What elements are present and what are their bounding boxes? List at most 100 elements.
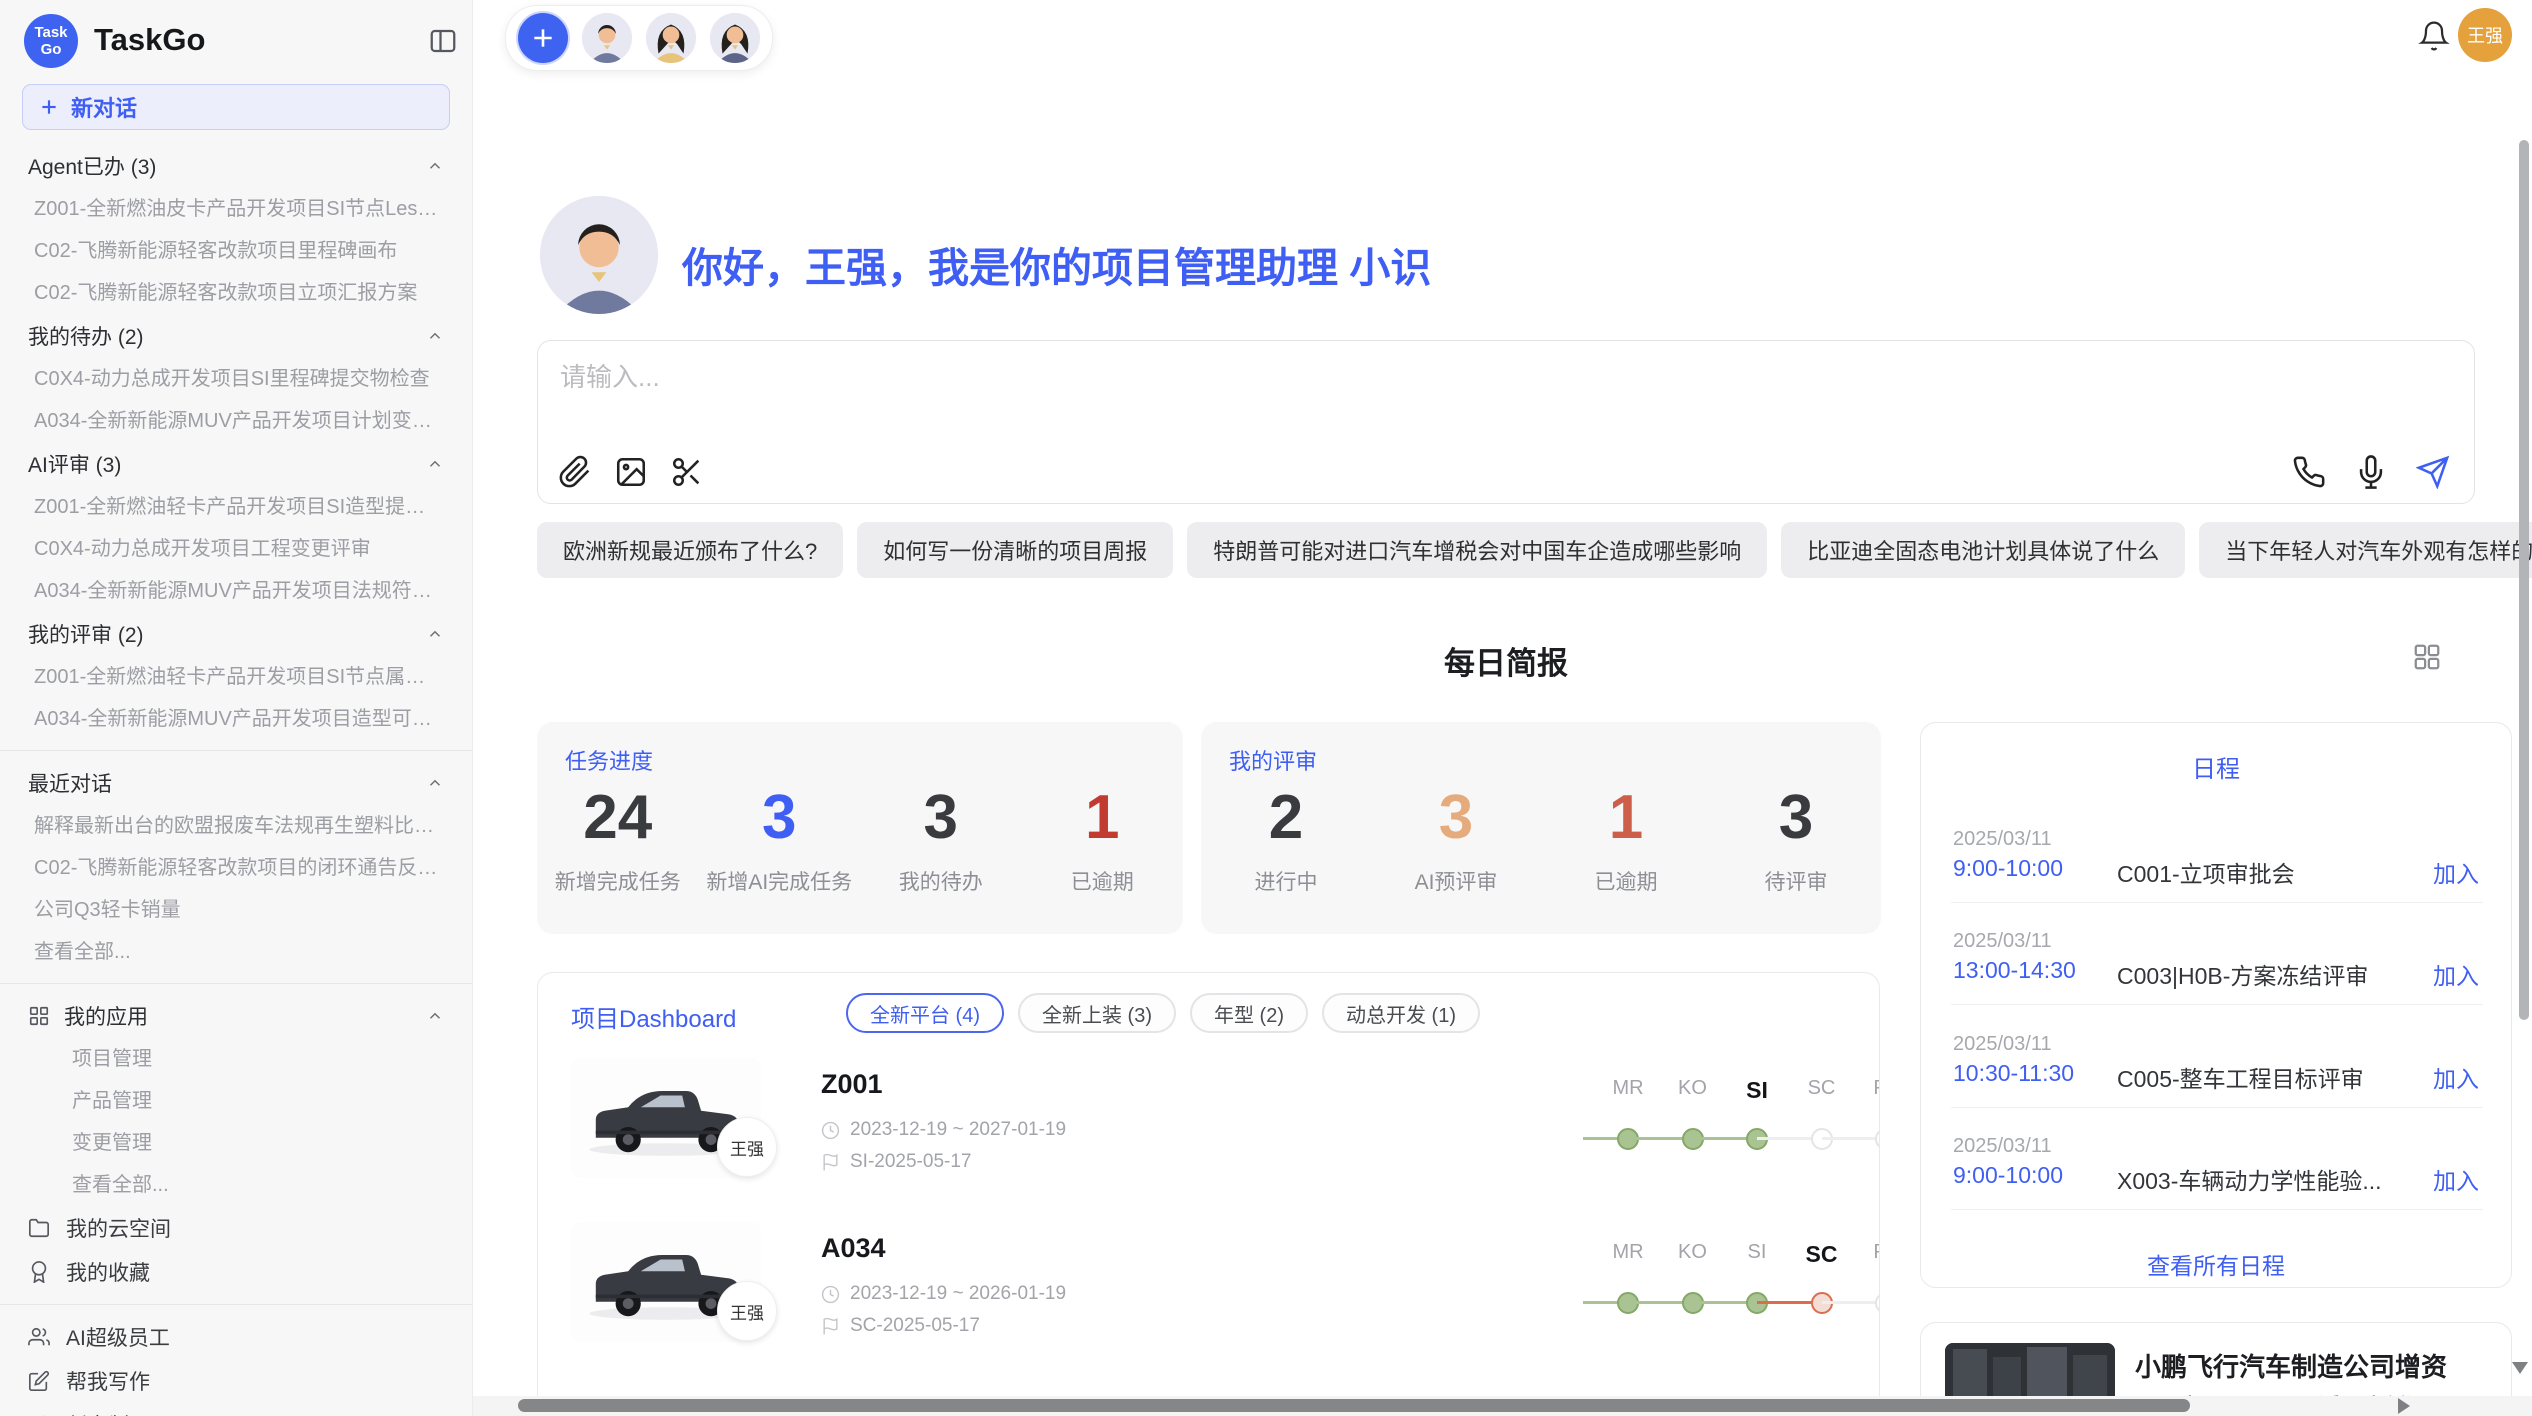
divider <box>1951 1004 2483 1005</box>
sidebar-item[interactable]: 项目管理 <box>0 1038 472 1080</box>
chevron-up-icon[interactable] <box>426 327 444 345</box>
sidebar-section-header[interactable]: Agent已办 (3) <box>0 144 472 188</box>
suggestion-chip[interactable]: 欧洲新规最近颁布了什么? <box>537 522 843 578</box>
stat-label: AI预评审 <box>1371 866 1541 896</box>
sidebar-item[interactable]: 查看全部... <box>0 1164 472 1206</box>
horizontal-scrollbar-thumb[interactable] <box>518 1399 2190 1412</box>
sidebar-section-label: 我的评审 (2) <box>28 619 426 649</box>
new-chat-button[interactable]: 新对话 <box>22 84 450 130</box>
sidebar-item[interactable]: 查看全部... <box>0 931 472 973</box>
milestone-dot <box>1875 1292 1880 1314</box>
dashboard-tab[interactable]: 动总开发 (1) <box>1322 993 1480 1033</box>
sidebar-section-header[interactable]: 我的待办 (2) <box>0 314 472 358</box>
project-name: Z001 <box>821 1069 883 1100</box>
join-meeting-link[interactable]: 加入 <box>2433 957 2479 991</box>
sidebar-item[interactable]: C02-飞腾新能源轻客改款项目立项汇报方案 <box>0 272 472 314</box>
sidebar-section-header[interactable]: 我的应用 <box>0 994 472 1038</box>
sidebar-item-cloud-space[interactable]: 我的云空间 <box>0 1206 472 1250</box>
scissors-icon[interactable] <box>670 455 704 489</box>
dashboard-tab[interactable]: 全新上装 (3) <box>1018 993 1176 1033</box>
sidebar-item[interactable]: 公司Q3轻卡销量 <box>0 889 472 931</box>
project-row[interactable]: 王强Z0012023-12-19 ~ 2027-01-19SI-2025-05-… <box>538 1061 1880 1221</box>
sidebar-item[interactable]: C02-飞腾新能源轻客改款项目里程碑画布 <box>0 230 472 272</box>
plus-icon <box>530 25 556 51</box>
chevron-up-icon[interactable] <box>426 1007 444 1025</box>
stat-value: 2 <box>1201 782 1371 854</box>
view-all-schedule-link[interactable]: 查看所有日程 <box>1921 1247 2511 1281</box>
sidebar-item[interactable]: Z001-全新燃油皮卡产品开发项目SI节点Lesson Learn报告 <box>0 188 472 230</box>
schedule-item-time: 9:00-10:00 <box>1953 855 2063 882</box>
mic-icon[interactable] <box>2354 455 2388 489</box>
sidebar-item[interactable]: Z001-全新燃油轻卡产品开发项目SI节点属性5D文件评审 <box>0 656 472 698</box>
chat-composer <box>537 340 2475 504</box>
sidebar-section-label: 我的应用 <box>64 1001 426 1031</box>
sidebar-item[interactable]: C0X4-动力总成开发项目SI里程碑提交物检查 <box>0 358 472 400</box>
sidebar-item[interactable]: 变更管理 <box>0 1122 472 1164</box>
sidebar: Task Go TaskGo 新对话 Agent已办 (3)Z001-全新燃油皮… <box>0 0 473 1416</box>
avatar-contact-2[interactable] <box>646 13 696 63</box>
add-session-button[interactable] <box>518 13 568 63</box>
schedule-item-date: 2025/03/11 <box>1953 828 2052 851</box>
bell-icon[interactable] <box>2418 20 2450 52</box>
project-flag: SI-2025-05-17 <box>821 1151 971 1173</box>
suggestion-chip[interactable]: 如何写一份清晰的项目周报 <box>857 522 1173 578</box>
join-meeting-link[interactable]: 加入 <box>2433 1060 2479 1094</box>
phone-icon[interactable] <box>2292 455 2326 489</box>
suggestion-chip[interactable]: 比亚迪全固态电池计划具体说了什么 <box>1781 522 2185 578</box>
schedule-item-time: 13:00-14:30 <box>1953 957 2076 984</box>
sidebar-item[interactable]: C02-飞腾新能源轻客改款项目的闭环通告反馈情况 <box>0 847 472 889</box>
sidebar-collapse-icon[interactable] <box>428 26 458 56</box>
stat: 2进行中 <box>1201 782 1371 896</box>
sidebar-section-header[interactable]: 我的评审 (2) <box>0 612 472 656</box>
dashboard-tabs: 全新平台 (4) 全新上装 (3) 年型 (2) 动总开发 (1) <box>846 993 1480 1033</box>
sidebar-item-favorites[interactable]: 我的收藏 <box>0 1250 472 1294</box>
award-icon <box>28 1261 50 1283</box>
sidebar-tool-item[interactable]: 帮我写作 <box>0 1359 472 1403</box>
sidebar-item[interactable]: Z001-全新燃油轻卡产品开发项目SI造型提交物评审 <box>0 486 472 528</box>
sidebar-tool-item[interactable]: AI超级员工 <box>0 1315 472 1359</box>
join-meeting-link[interactable]: 加入 <box>2433 855 2479 889</box>
sidebar-body: Agent已办 (3)Z001-全新燃油皮卡产品开发项目SI节点Lesson L… <box>0 144 472 1416</box>
suggestion-chips: 欧洲新规最近颁布了什么?如何写一份清晰的项目周报特朗普可能对进口汽车增税会对中国… <box>537 522 2532 578</box>
sidebar-item[interactable]: 产品管理 <box>0 1080 472 1122</box>
sidebar-item[interactable]: A034-全新新能源MUV产品开发项目法规符合性评审 <box>0 570 472 612</box>
new-chat-label: 新对话 <box>71 91 137 123</box>
sidebar-section-header[interactable]: AI评审 (3) <box>0 442 472 486</box>
dashboard-tab[interactable]: 全新平台 (4) <box>846 993 1004 1033</box>
suggestion-chip[interactable]: 当下年轻人对汽车外观有怎样的喜好趋势 <box>2199 522 2532 578</box>
stat-value: 1 <box>1541 782 1711 854</box>
vertical-scrollbar-thumb[interactable] <box>2519 140 2529 1020</box>
join-meeting-link[interactable]: 加入 <box>2433 1162 2479 1196</box>
user-avatar[interactable]: 王强 <box>2458 8 2512 62</box>
sidebar-item[interactable]: A034-全新新能源MUV产品开发项目计划变更表编写 <box>0 400 472 442</box>
stat-value: 3 <box>1371 782 1541 854</box>
chevron-up-icon[interactable] <box>426 455 444 473</box>
edit-icon <box>28 1370 50 1392</box>
scroll-right-arrow-icon[interactable] <box>2398 1398 2410 1414</box>
logo-line2: Go <box>41 41 62 58</box>
sidebar-item[interactable]: 解释最新出台的欧盟报废车法规再生塑料比例被调至15%... <box>0 805 472 847</box>
sidebar-tool-item[interactable]: 创意制图 <box>0 1403 472 1416</box>
project-row[interactable]: 王强A0342023-12-19 ~ 2026-01-19SC-2025-05-… <box>538 1225 1880 1385</box>
stat-value: 3 <box>860 782 1022 854</box>
news-title: 小鹏飞行汽车制造公司增资 <box>2135 1347 2447 1384</box>
chevron-up-icon[interactable] <box>426 625 444 643</box>
paperclip-icon[interactable] <box>558 455 592 489</box>
avatar-contact-3[interactable] <box>710 13 760 63</box>
milestone-timeline: MRKOSISCPAPRPECFECLRLSJ1OKTB <box>1583 1061 1880 1181</box>
schedule-item-title: C001-立项审批会 <box>2117 855 2295 889</box>
dashboard-tab[interactable]: 年型 (2) <box>1190 993 1308 1033</box>
chat-input[interactable] <box>558 355 2162 445</box>
sidebar-section-header[interactable]: 最近对话 <box>0 761 472 805</box>
sidebar-item[interactable]: C0X4-动力总成开发项目工程变更评审 <box>0 528 472 570</box>
avatar-contact-1[interactable] <box>582 13 632 63</box>
chevron-up-icon[interactable] <box>426 774 444 792</box>
suggestion-chip[interactable]: 特朗普可能对进口汽车增税会对中国车企造成哪些影响 <box>1187 522 1767 578</box>
send-icon[interactable] <box>2416 455 2450 489</box>
sidebar-item[interactable]: A034-全新新能源MUV产品开发项目造型可行性评审 <box>0 698 472 740</box>
scroll-down-arrow-icon[interactable] <box>2512 1362 2528 1374</box>
chevron-up-icon[interactable] <box>426 157 444 175</box>
clock-icon <box>821 1285 840 1304</box>
image-icon[interactable] <box>614 455 648 489</box>
dashboard-grid-icon[interactable] <box>2412 642 2442 672</box>
